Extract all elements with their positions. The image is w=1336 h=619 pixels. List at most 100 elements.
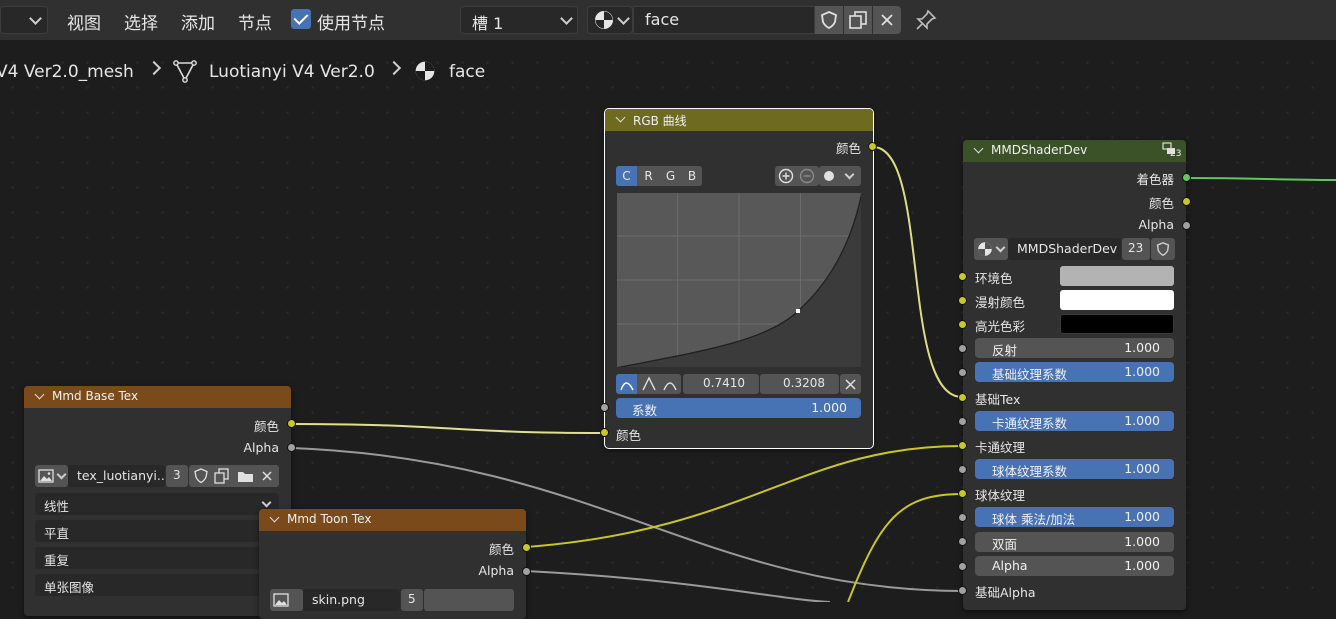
base-tex-fac-socket[interactable] (958, 368, 967, 377)
output-color-socket[interactable] (287, 419, 296, 428)
collapse-chevron-icon[interactable] (34, 389, 45, 400)
interpolation-dropdown[interactable]: 线性 (35, 493, 279, 515)
use-nodes-checkbox[interactable] (291, 9, 311, 29)
base-alpha-socket[interactable] (958, 586, 967, 595)
fake-user-button[interactable] (815, 6, 843, 34)
group-browse-button[interactable] (974, 238, 1008, 260)
output-alpha-socket[interactable] (522, 567, 531, 576)
ambient-socket[interactable] (958, 272, 967, 281)
source-dropdown[interactable]: 单张图像 (35, 574, 279, 596)
collapse-chevron-icon[interactable] (615, 112, 626, 123)
source-value: 单张图像 (44, 580, 95, 595)
editor-type-dropdown[interactable] (0, 6, 48, 34)
image-name-text: tex_luotianyi... (77, 468, 169, 483)
image-users-count[interactable]: 5 (401, 589, 423, 611)
close-icon (845, 379, 856, 390)
reflect-socket[interactable] (958, 344, 967, 353)
zoom-out-icon[interactable] (798, 167, 816, 185)
specular-socket[interactable] (958, 320, 967, 329)
ambient-color-swatch[interactable] (1060, 266, 1174, 286)
factor-socket[interactable] (600, 403, 609, 412)
rgb-curves-node[interactable]: RGB 曲线 颜色 C R G B 0.7410 0.3208 系数 1.000… (600, 108, 877, 449)
pin-icon[interactable] (914, 8, 938, 32)
point-x-field[interactable]: 0.7410 (683, 374, 759, 394)
tab-channel-r[interactable]: R (638, 166, 659, 186)
output-color-label: 颜色 (253, 419, 279, 434)
output-color-socket[interactable] (522, 543, 531, 552)
specular-color-swatch[interactable] (1060, 314, 1174, 334)
alpha-field[interactable]: Alpha 1.000 (975, 556, 1174, 576)
group-users-count[interactable]: 23 (1122, 238, 1150, 260)
image-browse-button[interactable] (35, 465, 68, 487)
image-action-icons (194, 468, 272, 484)
tab-channel-c[interactable]: C (616, 166, 637, 186)
double-sided-field[interactable]: 双面 1.000 (975, 532, 1174, 552)
output-shader-socket[interactable] (1182, 173, 1191, 182)
base-tex-fac-field[interactable]: 基础纹理系数 1.000 (975, 362, 1174, 382)
toon-tex-fac-field[interactable]: 卡通纹理系数 1.000 (975, 411, 1174, 431)
node-header[interactable]: Mmd Toon Tex (259, 509, 526, 531)
image-name-field[interactable]: tex_luotianyi... (68, 465, 169, 487)
group-name-field[interactable]: MMDShaderDev (1008, 238, 1121, 260)
output-color-socket[interactable] (868, 142, 877, 151)
point-x-value: 0.7410 (703, 376, 745, 390)
toon-tex-fac-value: 1.000 (1124, 413, 1160, 428)
output-alpha-socket[interactable] (1182, 221, 1191, 230)
alpha-socket[interactable] (958, 562, 967, 571)
tab-channel-b[interactable]: B (682, 166, 702, 186)
node-header[interactable]: RGB 曲线 (605, 109, 873, 131)
toon-tex-fac-socket[interactable] (958, 417, 967, 426)
tab-channel-g[interactable]: G (660, 166, 681, 186)
reflect-field[interactable]: 反射 1.000 (975, 338, 1174, 358)
menu-select[interactable]: 选择 (124, 9, 158, 34)
chevron-down-icon (560, 12, 573, 25)
diffuse-socket[interactable] (958, 296, 967, 305)
output-alpha-label: Alpha (243, 440, 279, 455)
mmd-base-tex-node[interactable]: Mmd Base Tex 颜色 Alpha tex_luotianyi... 3… (24, 386, 296, 616)
sphere-mul-field[interactable]: 球体 乘法/加法 1.000 (975, 507, 1174, 527)
duplicate-material-button[interactable] (844, 6, 872, 34)
curve-point[interactable] (796, 309, 800, 313)
toon-tex-socket[interactable] (958, 441, 967, 450)
material-browse-button[interactable] (587, 6, 633, 34)
collapse-chevron-icon[interactable] (973, 143, 984, 154)
image-users-count[interactable]: 3 (166, 465, 188, 487)
menu-add[interactable]: 添加 (181, 9, 215, 34)
factor-field[interactable]: 系数 1.000 (616, 398, 861, 418)
slot-dropdown[interactable]: 槽 1 (460, 6, 578, 34)
delete-point-button[interactable] (840, 374, 861, 394)
material-name-field[interactable]: face (633, 6, 815, 34)
mmd-shader-node[interactable]: MMDShaderDev 23 着色器 颜色 Alpha MMDShaderDe… (958, 140, 1191, 610)
curve-tools-dropdown[interactable] (819, 166, 861, 186)
fake-user-button[interactable] (1151, 238, 1175, 260)
image-name-field[interactable]: skin.png (303, 589, 400, 611)
reflect-value: 1.000 (1124, 340, 1160, 355)
menu-view[interactable]: 视图 (67, 9, 101, 34)
node-header[interactable]: MMDShaderDev 23 (963, 140, 1186, 162)
node-header[interactable]: Mmd Base Tex (24, 386, 291, 408)
output-color-socket[interactable] (1182, 197, 1191, 206)
sphere-mul-socket[interactable] (958, 513, 967, 522)
curve-graph[interactable] (616, 192, 862, 368)
sphere-tex-fac-socket[interactable] (958, 465, 967, 474)
extension-dropdown[interactable]: 重复 (35, 547, 279, 569)
double-sided-socket[interactable] (958, 537, 967, 546)
base-tex-fac-value: 1.000 (1124, 364, 1160, 379)
shield-icon (821, 11, 837, 30)
output-alpha-socket[interactable] (287, 443, 296, 452)
point-y-field[interactable]: 0.3208 (760, 374, 839, 394)
menu-node[interactable]: 节点 (238, 9, 272, 34)
projection-dropdown[interactable]: 平直 (35, 520, 279, 542)
unlink-material-button[interactable] (873, 6, 901, 34)
use-nodes-label[interactable]: 使用节点 (317, 9, 385, 34)
collapse-chevron-icon[interactable] (269, 512, 280, 523)
image-browse-button[interactable] (270, 589, 303, 611)
diffuse-color-swatch[interactable] (1060, 290, 1174, 310)
sphere-tex-fac-field[interactable]: 球体纹理系数 1.000 (975, 459, 1174, 479)
sphere-tex-socket[interactable] (958, 489, 967, 498)
input-color-socket[interactable] (600, 428, 609, 437)
factor-label: 系数 (632, 403, 658, 418)
zoom-in-icon[interactable] (777, 167, 795, 185)
base-tex-socket[interactable] (958, 393, 967, 402)
mmd-toon-tex-node[interactable]: Mmd Toon Tex 颜色 Alpha skin.png 5 (259, 509, 531, 619)
